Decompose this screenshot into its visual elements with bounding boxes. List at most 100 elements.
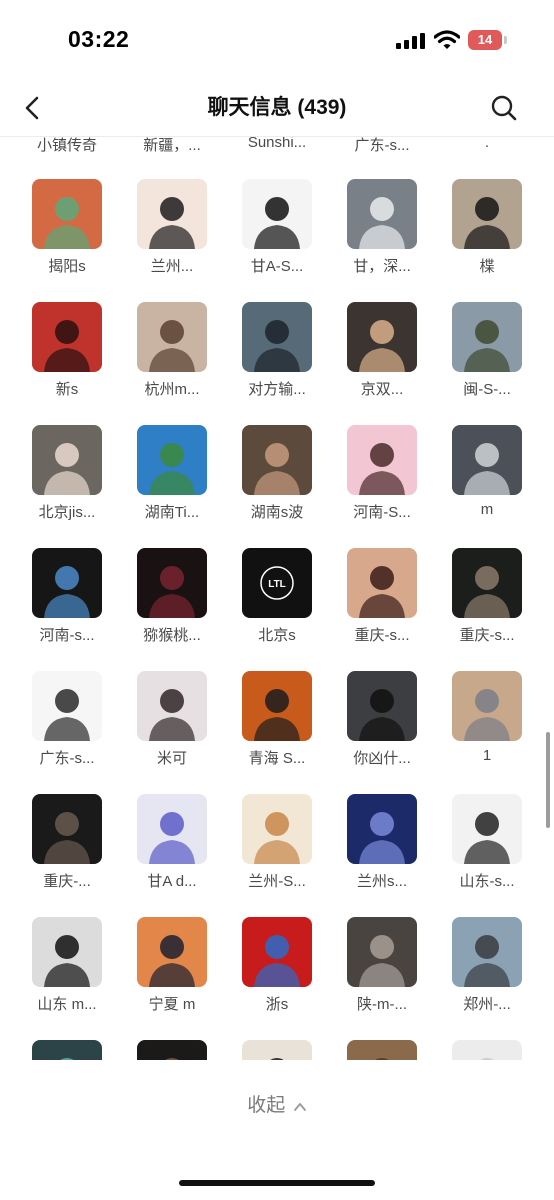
partial-member-name[interactable]: . xyxy=(437,137,537,151)
member-item[interactable]: 广东-s... xyxy=(17,671,117,783)
partial-member-name[interactable]: Sunshi... xyxy=(227,137,327,151)
member-avatar[interactable] xyxy=(242,1040,312,1060)
member-avatar[interactable] xyxy=(452,425,522,495)
member-avatar[interactable] xyxy=(242,917,312,987)
member-item[interactable]: 杭州m... xyxy=(122,302,222,414)
member-avatar[interactable] xyxy=(347,1040,417,1060)
member-item[interactable]: 楪 xyxy=(437,179,537,291)
member-item[interactable]: 揭阳s xyxy=(17,179,117,291)
member-avatar[interactable] xyxy=(347,794,417,864)
default-avatar-avatar-image xyxy=(452,1040,522,1060)
member-avatar[interactable] xyxy=(32,179,102,249)
member-item[interactable]: 对方输... xyxy=(227,302,327,414)
member-item-partial[interactable] xyxy=(227,1040,327,1060)
member-avatar[interactable] xyxy=(32,917,102,987)
member-avatar[interactable] xyxy=(347,179,417,249)
member-item[interactable]: 河南-s... xyxy=(17,548,117,660)
member-avatar[interactable] xyxy=(137,917,207,987)
scrollbar[interactable] xyxy=(546,732,550,828)
member-item[interactable]: 新s xyxy=(17,302,117,414)
member-item-partial[interactable] xyxy=(332,1040,432,1060)
member-item[interactable]: 1 xyxy=(437,671,537,783)
member-item-partial[interactable] xyxy=(122,1040,222,1060)
partial-member-name[interactable]: 广东-s... xyxy=(332,137,432,155)
member-item[interactable]: 重庆-s... xyxy=(437,548,537,660)
member-item[interactable]: 你凶什... xyxy=(332,671,432,783)
logo-text: LTL xyxy=(268,579,286,590)
member-item[interactable]: LTL 北京s xyxy=(227,548,327,660)
member-avatar[interactable] xyxy=(32,548,102,618)
member-item[interactable]: 兰州... xyxy=(122,179,222,291)
member-avatar[interactable] xyxy=(347,302,417,372)
man-with-cat-avatar-image xyxy=(347,302,417,372)
member-name: 新s xyxy=(55,381,79,398)
member-avatar[interactable] xyxy=(32,1040,102,1060)
member-item[interactable]: 北京jis... xyxy=(17,425,117,537)
member-item[interactable]: 青海 S... xyxy=(227,671,327,783)
member-avatar[interactable] xyxy=(452,179,522,249)
member-item-partial[interactable] xyxy=(437,1040,537,1060)
member-avatar[interactable] xyxy=(137,671,207,741)
member-item[interactable]: 米可 xyxy=(122,671,222,783)
member-avatar[interactable] xyxy=(137,794,207,864)
member-item[interactable]: 湖南s波 xyxy=(227,425,327,537)
member-avatar[interactable] xyxy=(242,179,312,249)
member-avatar[interactable] xyxy=(32,671,102,741)
member-avatar[interactable] xyxy=(452,794,522,864)
member-avatar[interactable] xyxy=(452,1040,522,1060)
member-item[interactable]: 闽-S-... xyxy=(437,302,537,414)
member-avatar[interactable] xyxy=(137,179,207,249)
home-indicator[interactable] xyxy=(179,1180,375,1186)
member-avatar[interactable] xyxy=(137,425,207,495)
member-item[interactable]: 猕猴桃... xyxy=(122,548,222,660)
member-avatar[interactable]: LTL xyxy=(242,548,312,618)
member-name: 兰州s... xyxy=(356,873,407,890)
member-avatar[interactable] xyxy=(347,671,417,741)
member-item[interactable]: 浙s xyxy=(227,917,327,1029)
member-item[interactable]: 山东 m... xyxy=(17,917,117,1029)
collapse-button[interactable]: 收起 xyxy=(227,1090,327,1122)
member-avatar[interactable] xyxy=(32,302,102,372)
member-item[interactable]: 河南-S... xyxy=(332,425,432,537)
search-button[interactable] xyxy=(486,90,522,126)
member-avatar[interactable] xyxy=(242,425,312,495)
member-avatar[interactable] xyxy=(32,794,102,864)
member-name: 重庆-s... xyxy=(459,627,515,644)
member-avatar[interactable] xyxy=(242,794,312,864)
member-item[interactable]: 兰州-S... xyxy=(227,794,327,906)
member-item-partial[interactable] xyxy=(17,1040,117,1060)
member-avatar[interactable] xyxy=(242,671,312,741)
member-item[interactable]: 甘A-S... xyxy=(227,179,327,291)
member-avatar[interactable] xyxy=(242,302,312,372)
member-item[interactable]: 山东-s... xyxy=(437,794,537,906)
member-avatar[interactable] xyxy=(452,302,522,372)
member-item[interactable]: 甘，深... xyxy=(332,179,432,291)
member-item[interactable]: 宁夏 m xyxy=(122,917,222,1029)
battery-cap xyxy=(504,36,507,44)
member-avatar[interactable] xyxy=(137,302,207,372)
member-item[interactable]: 甘A d... xyxy=(122,794,222,906)
mountain-chair-avatar-image xyxy=(452,302,522,372)
member-avatar[interactable] xyxy=(347,917,417,987)
member-item[interactable]: 郑州-... xyxy=(437,917,537,1029)
member-avatar[interactable] xyxy=(137,548,207,618)
member-item[interactable]: 兰州s... xyxy=(332,794,432,906)
member-name: 甘，深... xyxy=(353,258,411,275)
partial-member-name[interactable]: 小镇传奇 xyxy=(17,137,117,155)
member-item[interactable]: 重庆-... xyxy=(17,794,117,906)
member-item[interactable]: 陕-m-... xyxy=(332,917,432,1029)
member-avatar[interactable] xyxy=(452,548,522,618)
member-avatar[interactable] xyxy=(452,671,522,741)
member-item[interactable]: 京双... xyxy=(332,302,432,414)
member-item[interactable]: 湖南Ti... xyxy=(122,425,222,537)
partial-member-name[interactable]: 新疆，... xyxy=(122,137,222,155)
member-avatar[interactable] xyxy=(137,1040,207,1060)
member-avatar[interactable] xyxy=(347,548,417,618)
member-avatar[interactable] xyxy=(452,917,522,987)
member-avatar[interactable] xyxy=(347,425,417,495)
back-button[interactable] xyxy=(16,90,52,126)
member-item[interactable]: m xyxy=(437,425,537,537)
member-item[interactable]: 重庆-s... xyxy=(332,548,432,660)
member-name: 湖南s波 xyxy=(250,504,304,521)
member-avatar[interactable] xyxy=(32,425,102,495)
